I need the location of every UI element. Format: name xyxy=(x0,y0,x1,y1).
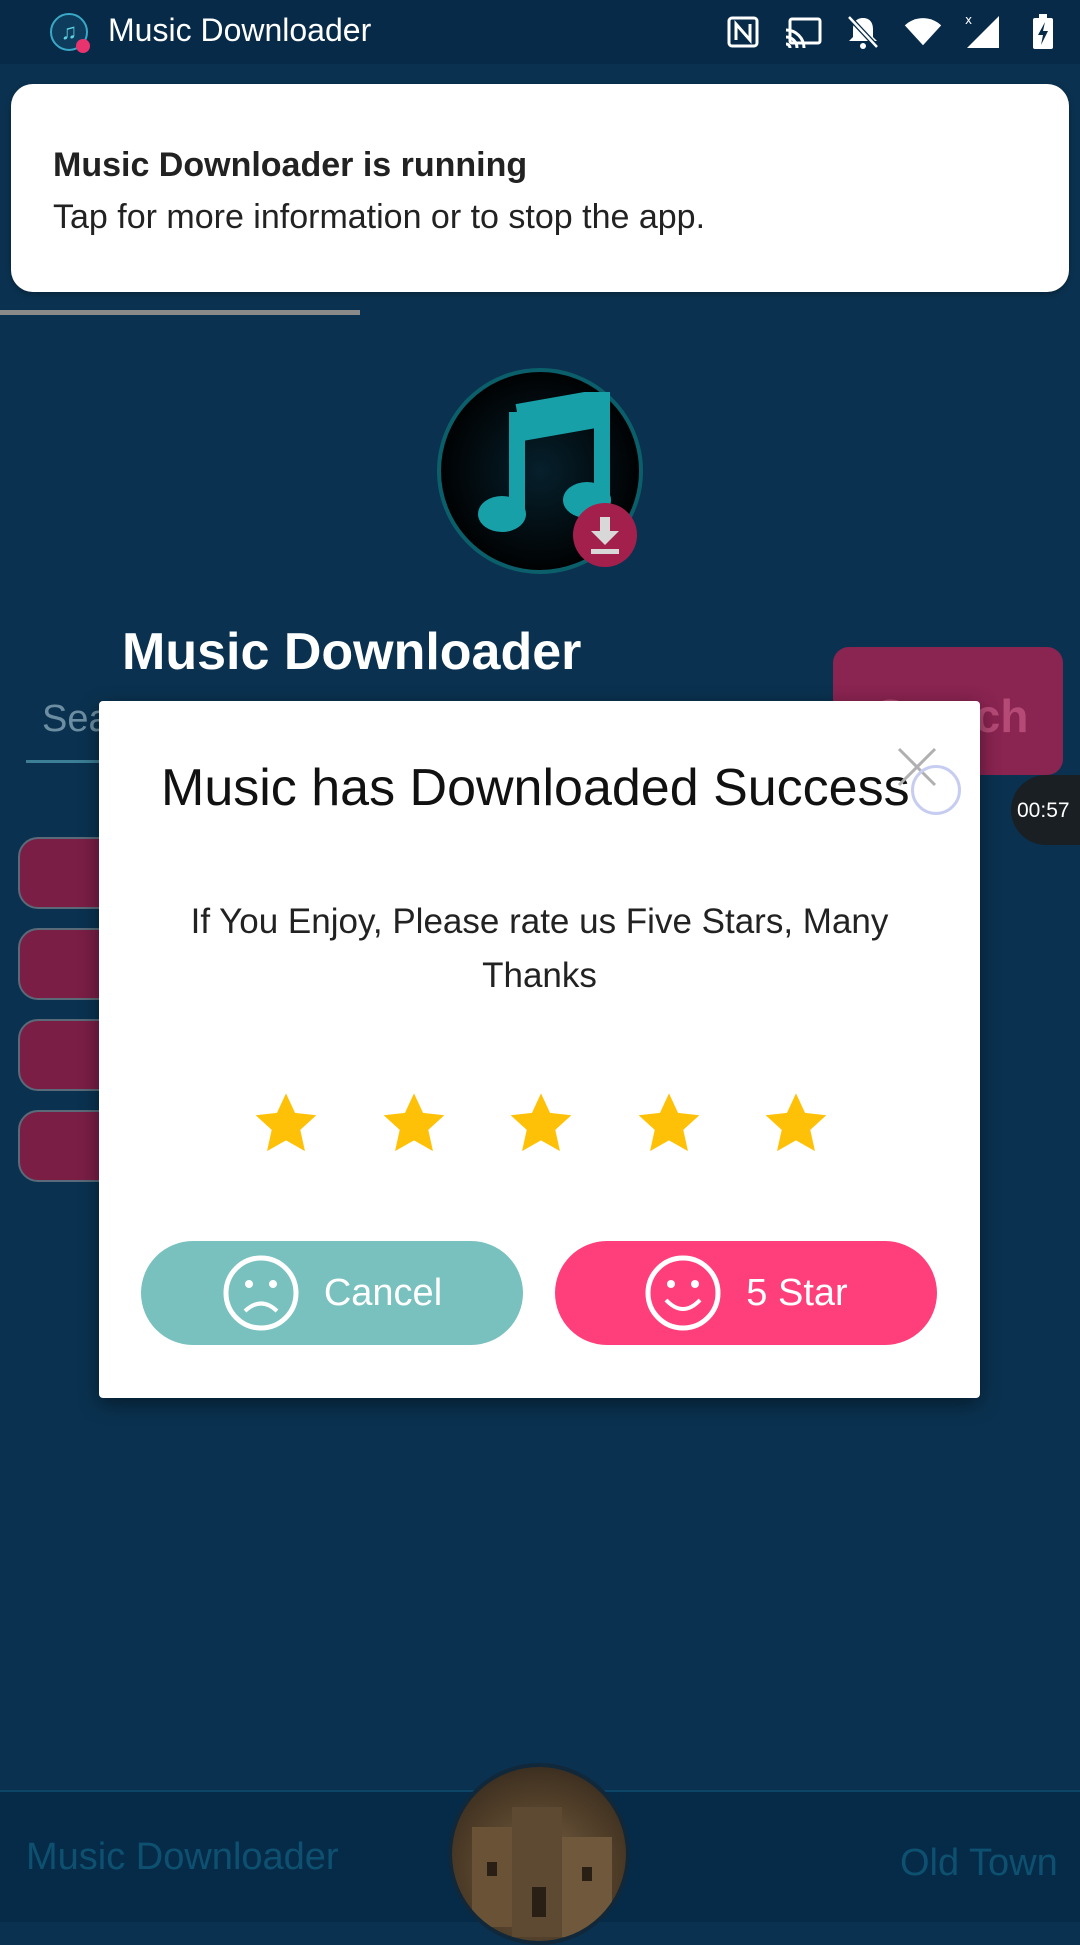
cell-signal-icon: x xyxy=(964,13,1002,51)
wifi-icon xyxy=(904,13,942,51)
five-star-label: 5 Star xyxy=(746,1271,848,1314)
cast-icon xyxy=(784,13,822,51)
dialog-title: Music has Downloaded Success xyxy=(161,759,910,817)
touch-indicator xyxy=(911,765,961,815)
status-bar-app-title: Music Downloader xyxy=(108,12,372,48)
rating-dialog: Music has Downloaded Success If You Enjo… xyxy=(99,701,980,1398)
music-app-icon: ♫ xyxy=(50,13,90,53)
bottom-left-label: Music Downloader xyxy=(26,1836,339,1878)
star-icon[interactable] xyxy=(379,1089,449,1159)
sad-face-icon xyxy=(223,1255,299,1331)
notification-title: Music Downloader is running xyxy=(53,146,528,184)
five-star-button[interactable]: 5 Star xyxy=(555,1241,937,1345)
nfc-icon xyxy=(724,13,762,51)
svg-text:x: x xyxy=(965,14,972,27)
running-notification[interactable]: Music Downloader is running Tap for more… xyxy=(11,84,1069,292)
status-bar: ♫ Music Downloader x xyxy=(0,0,1080,64)
progress-line xyxy=(0,310,360,315)
battery-charging-icon xyxy=(1024,13,1062,51)
cancel-button[interactable]: Cancel xyxy=(141,1241,523,1345)
star-icon[interactable] xyxy=(761,1089,831,1159)
star-rating[interactable] xyxy=(251,1089,831,1161)
star-icon[interactable] xyxy=(506,1089,576,1159)
star-icon[interactable] xyxy=(634,1089,704,1159)
download-icon xyxy=(573,503,637,567)
timer-badge: 00:57 xyxy=(1011,775,1080,845)
notifications-off-icon xyxy=(844,13,882,51)
star-icon[interactable] xyxy=(251,1089,321,1159)
cancel-label: Cancel xyxy=(323,1271,443,1314)
bottom-right-label: Old Town xyxy=(900,1842,1058,1884)
dialog-message: If You Enjoy, Please rate us Five Stars,… xyxy=(190,902,889,995)
album-art[interactable] xyxy=(448,1763,630,1945)
timer-text: 00:57 xyxy=(1017,799,1070,822)
happy-face-icon xyxy=(645,1255,721,1331)
app-title: Music Downloader xyxy=(122,623,582,681)
notification-text: Tap for more information or to stop the … xyxy=(53,198,706,236)
